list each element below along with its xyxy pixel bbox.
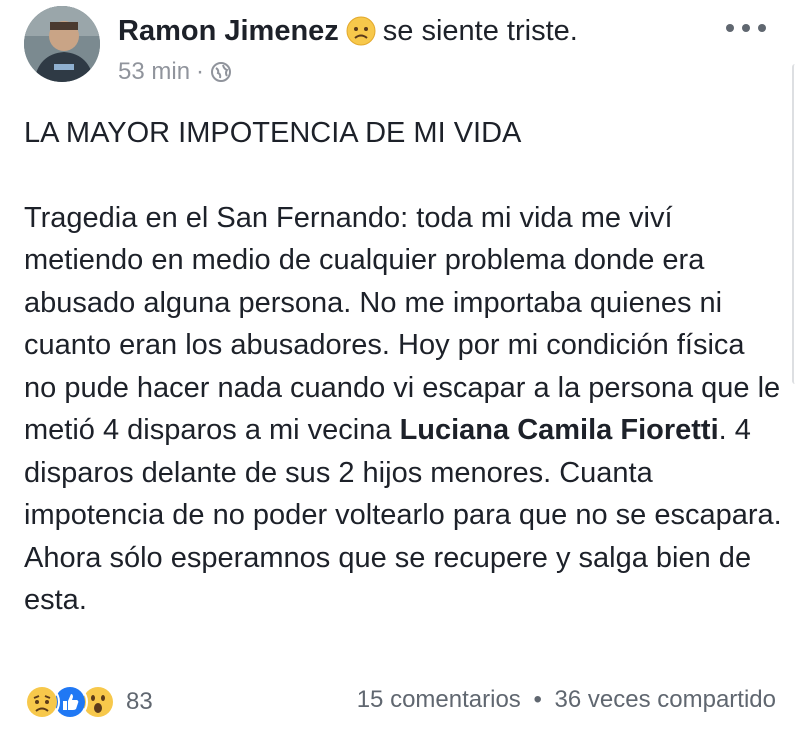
shares-link[interactable]: 36 veces compartido bbox=[555, 686, 776, 713]
avatar[interactable] bbox=[24, 6, 100, 82]
sad-reaction-icon bbox=[24, 684, 60, 720]
post-title: LA MAYOR IMPOTENCIA DE MI VIDA bbox=[24, 117, 522, 149]
author-line: Ramon Jimenez se siente triste. bbox=[118, 12, 578, 50]
reactions-summary[interactable]: 83 bbox=[24, 682, 153, 722]
feeling-text: se siente triste. bbox=[382, 15, 578, 47]
reaction-count: 83 bbox=[126, 688, 153, 715]
meta-separator: · bbox=[196, 58, 205, 85]
post-header: Ramon Jimenez se siente triste. 53 min · bbox=[24, 6, 780, 86]
engagement-counts: 15 comentarios • 36 veces compartido bbox=[357, 686, 776, 714]
author-name[interactable]: Ramon Jimenez bbox=[118, 12, 339, 50]
tagged-person[interactable]: Luciana Camila Fioretti bbox=[400, 414, 719, 446]
post-text-part-1: Tragedia en el San Fernando: toda mi vid… bbox=[24, 201, 781, 447]
scrollbar[interactable] bbox=[792, 64, 800, 384]
comments-link[interactable]: 15 comentarios bbox=[357, 686, 521, 713]
engagement-separator: • bbox=[533, 686, 542, 713]
globe-icon[interactable] bbox=[210, 61, 232, 83]
post-meta: 53 min · bbox=[118, 58, 232, 86]
post-content: LA MAYOR IMPOTENCIA DE MI VIDA Tragedia … bbox=[24, 112, 784, 622]
more-options-icon[interactable] bbox=[726, 16, 766, 40]
sad-face-icon bbox=[345, 15, 377, 47]
post-time[interactable]: 53 min bbox=[118, 58, 190, 86]
post-text: Tragedia en el San Fernando: toda mi vid… bbox=[24, 197, 784, 622]
